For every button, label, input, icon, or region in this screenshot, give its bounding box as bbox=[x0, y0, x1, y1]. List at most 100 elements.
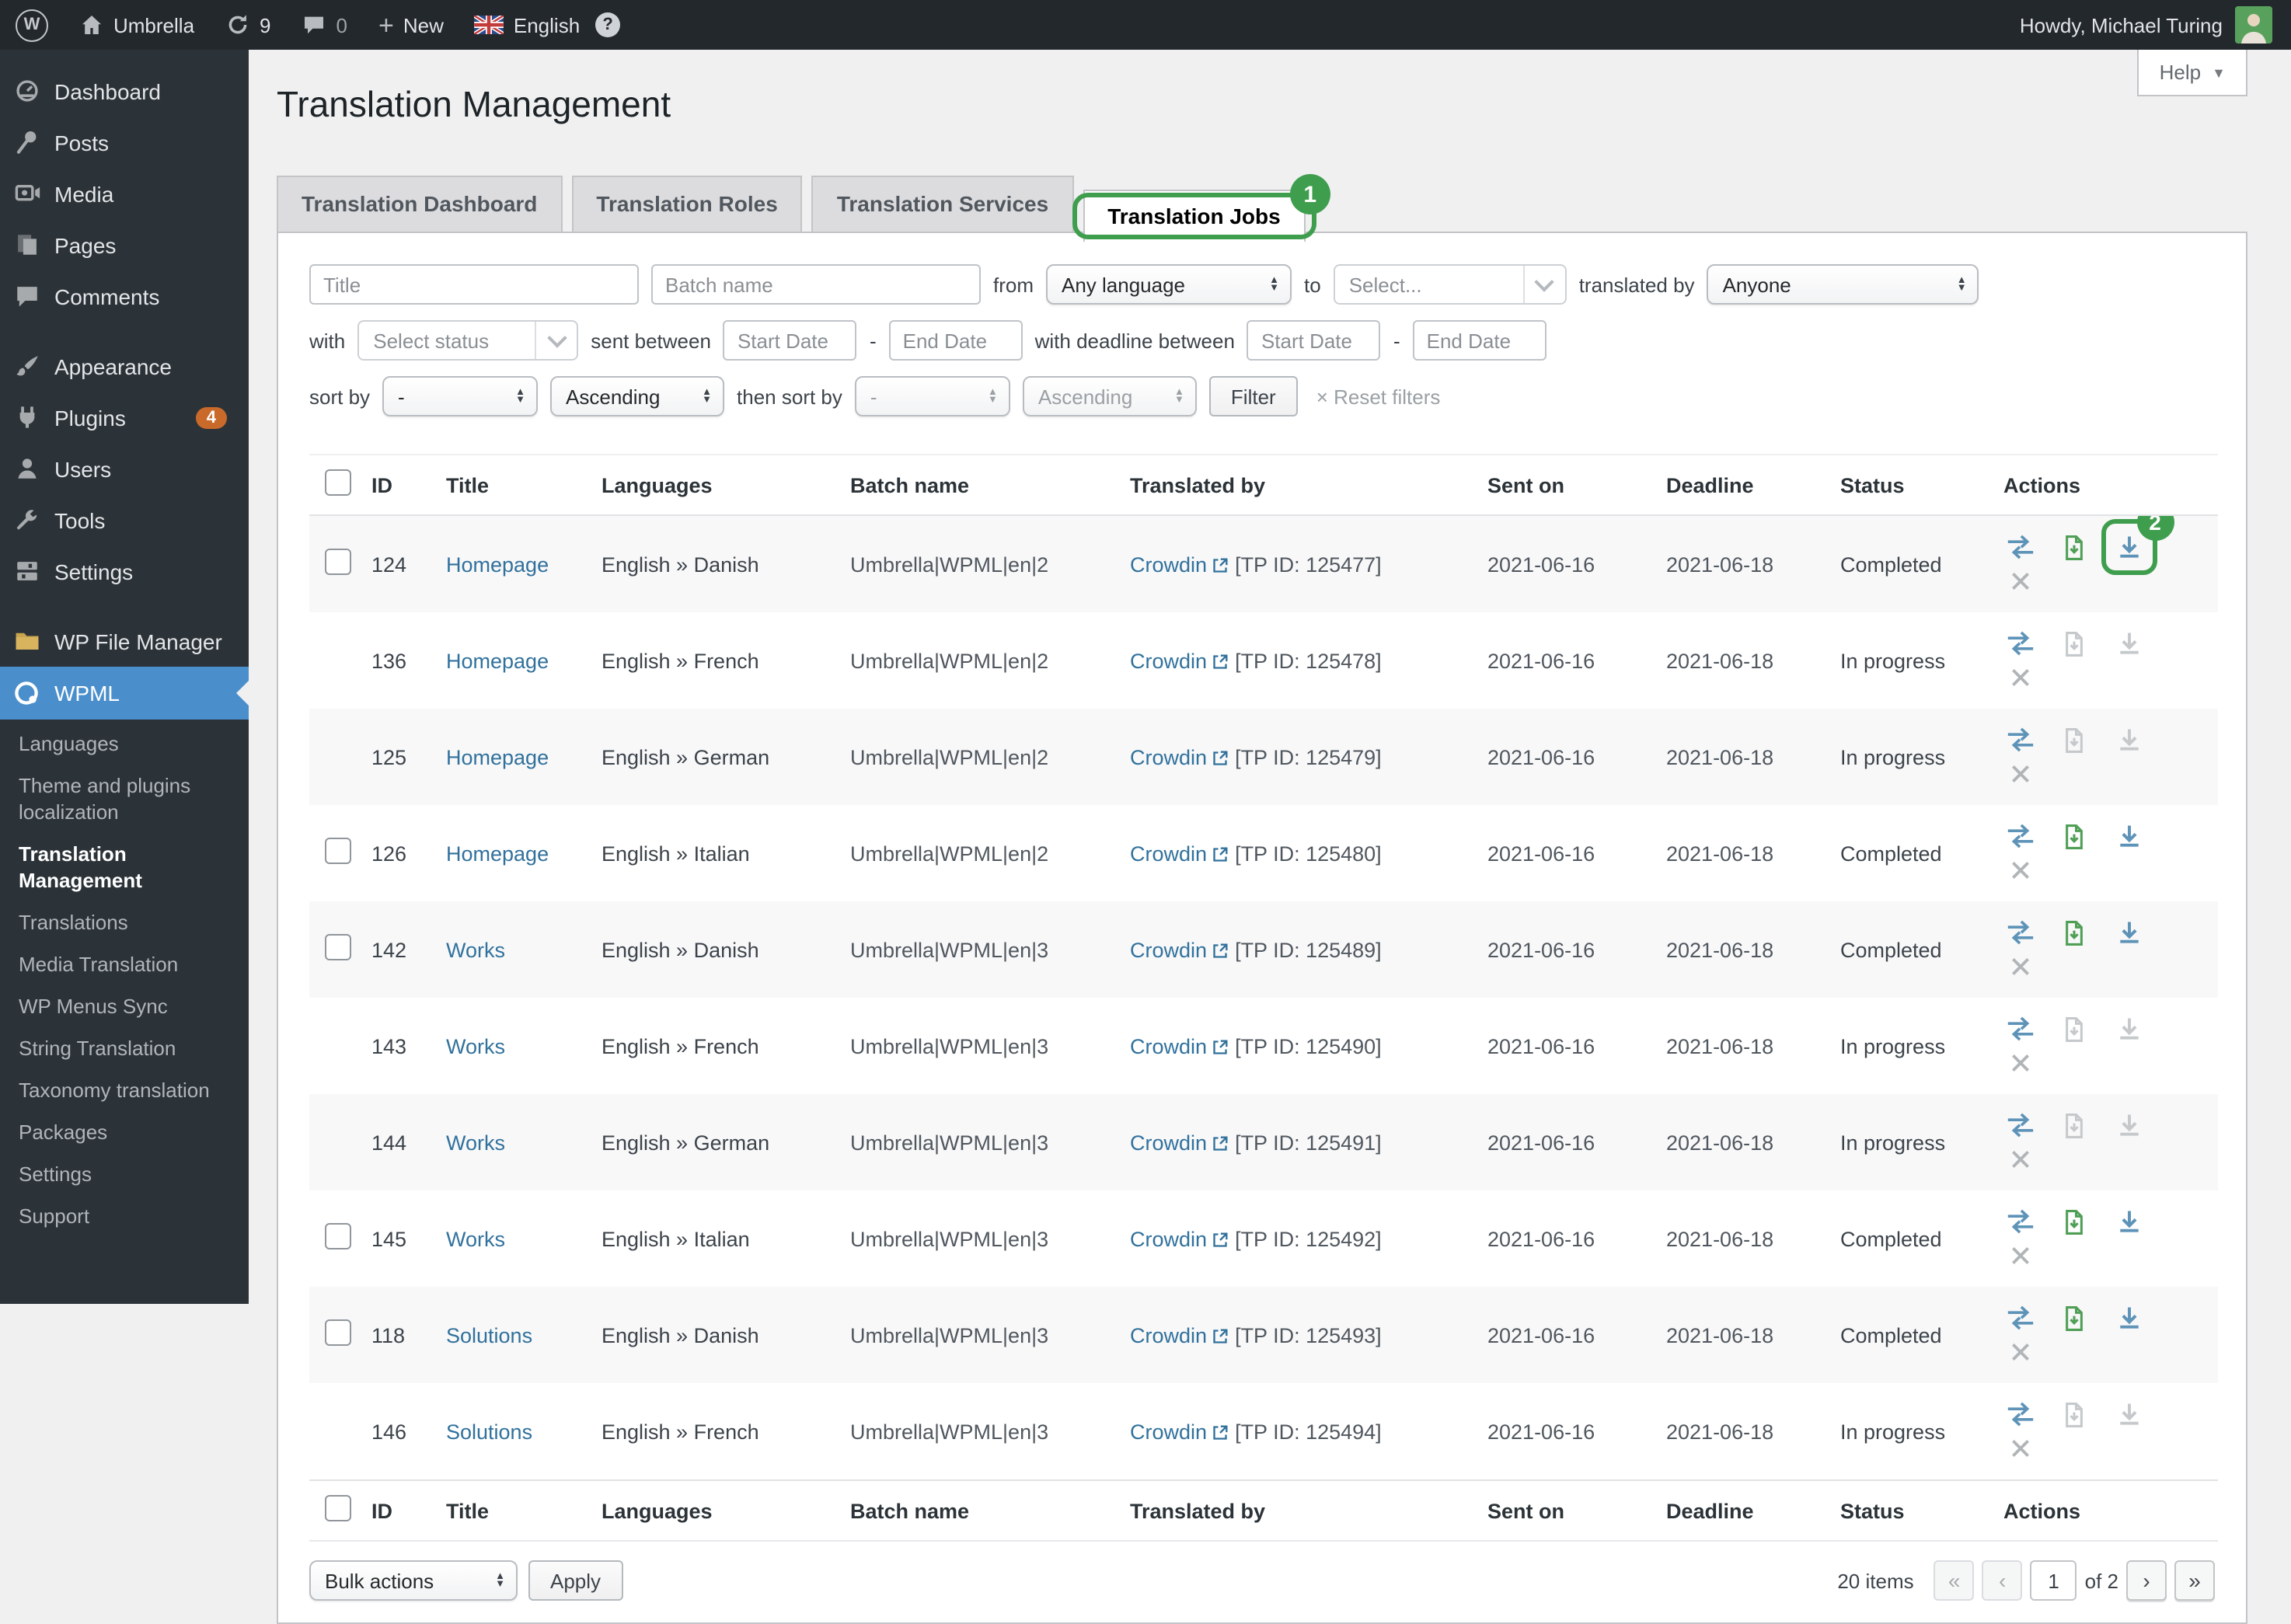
row-checkbox[interactable] bbox=[325, 1223, 351, 1249]
row-checkbox[interactable] bbox=[325, 1319, 351, 1346]
translator-link[interactable]: Crowdin bbox=[1130, 1034, 1207, 1058]
tab-translation-dashboard[interactable]: Translation Dashboard bbox=[277, 176, 562, 232]
translator-link[interactable]: Crowdin bbox=[1130, 1420, 1207, 1443]
sort-secondary-order-select[interactable]: Ascending ▲▼ bbox=[1023, 376, 1197, 416]
last-page-button[interactable]: » bbox=[2174, 1560, 2215, 1601]
swap-translator-icon[interactable] bbox=[2003, 915, 2038, 950]
swap-translator-icon[interactable] bbox=[2003, 819, 2038, 853]
download-icon[interactable] bbox=[2111, 1012, 2146, 1046]
job-title-link[interactable]: Works bbox=[446, 938, 505, 961]
filter-button[interactable]: Filter bbox=[1209, 376, 1298, 416]
my-account-menu[interactable]: Howdy, Michael Turing bbox=[2001, 0, 2291, 50]
sort-primary-order-select[interactable]: Ascending ▲▼ bbox=[550, 376, 724, 416]
batch-name-filter-input[interactable] bbox=[651, 264, 981, 305]
current-page-input[interactable] bbox=[2031, 1560, 2077, 1601]
export-xliff-icon[interactable] bbox=[2058, 915, 2092, 950]
job-title-link[interactable]: Works bbox=[446, 1034, 505, 1058]
export-xliff-icon[interactable] bbox=[2058, 530, 2092, 564]
sidebar-item-comments[interactable]: Comments bbox=[0, 270, 249, 322]
submenu-item-theme-and-plugins-localization[interactable]: Theme and plugins localization bbox=[0, 765, 249, 833]
export-xliff-icon[interactable] bbox=[2058, 1397, 2092, 1431]
help-circle-icon[interactable]: ? bbox=[595, 12, 620, 37]
next-page-button[interactable]: › bbox=[2126, 1560, 2167, 1601]
cancel-job-icon[interactable] bbox=[2003, 1335, 2038, 1369]
previous-page-button[interactable]: ‹ bbox=[1982, 1560, 2023, 1601]
cancel-job-icon[interactable] bbox=[2003, 660, 2038, 695]
sidebar-item-tools[interactable]: Tools bbox=[0, 494, 249, 545]
reset-filters-link[interactable]: × Reset filters bbox=[1316, 385, 1441, 408]
translator-link[interactable]: Crowdin bbox=[1130, 745, 1207, 768]
download-icon[interactable] bbox=[2111, 723, 2146, 757]
translator-link[interactable]: Crowdin bbox=[1130, 842, 1207, 865]
sidebar-item-appearance[interactable]: Appearance bbox=[0, 340, 249, 392]
wp-logo-menu[interactable]: W bbox=[0, 0, 64, 50]
job-title-link[interactable]: Homepage bbox=[446, 745, 549, 768]
download-icon[interactable] bbox=[2111, 819, 2146, 853]
export-xliff-icon[interactable] bbox=[2058, 1204, 2092, 1239]
swap-translator-icon[interactable] bbox=[2003, 1204, 2038, 1239]
site-menu[interactable]: Umbrella bbox=[64, 0, 210, 50]
download-icon[interactable] bbox=[2111, 1301, 2146, 1335]
tab-translation-jobs[interactable]: Translation Jobs bbox=[1083, 190, 1306, 242]
job-title-link[interactable]: Homepage bbox=[446, 649, 549, 672]
cancel-job-icon[interactable] bbox=[2003, 853, 2038, 887]
deadline-end-date-input[interactable] bbox=[1413, 320, 1547, 361]
submenu-item-settings[interactable]: Settings bbox=[0, 1153, 249, 1195]
sent-end-date-input[interactable] bbox=[889, 320, 1023, 361]
download-icon[interactable] bbox=[2111, 1204, 2146, 1239]
row-checkbox[interactable] bbox=[325, 934, 351, 960]
translator-link[interactable]: Crowdin bbox=[1130, 649, 1207, 672]
bulk-actions-select[interactable]: Bulk actions ▲▼ bbox=[309, 1560, 518, 1601]
export-xliff-icon[interactable] bbox=[2058, 1301, 2092, 1335]
title-filter-input[interactable] bbox=[309, 264, 639, 305]
sort-primary-select[interactable]: - ▲▼ bbox=[382, 376, 538, 416]
job-title-link[interactable]: Solutions bbox=[446, 1420, 532, 1443]
cancel-job-icon[interactable] bbox=[2003, 757, 2038, 791]
deadline-start-date-input[interactable] bbox=[1247, 320, 1381, 361]
export-xliff-icon[interactable] bbox=[2058, 626, 2092, 660]
swap-translator-icon[interactable] bbox=[2003, 1108, 2038, 1142]
submenu-item-support[interactable]: Support bbox=[0, 1195, 249, 1237]
cancel-job-icon[interactable] bbox=[2003, 1239, 2038, 1273]
swap-translator-icon[interactable] bbox=[2003, 1397, 2038, 1431]
status-select[interactable]: Select status bbox=[357, 320, 578, 361]
export-xliff-icon[interactable] bbox=[2058, 819, 2092, 853]
swap-translator-icon[interactable] bbox=[2003, 626, 2038, 660]
download-icon[interactable] bbox=[2111, 915, 2146, 950]
language-switcher[interactable]: English ? bbox=[459, 0, 636, 50]
job-title-link[interactable]: Works bbox=[446, 1227, 505, 1250]
sent-start-date-input[interactable] bbox=[724, 320, 857, 361]
submenu-item-languages[interactable]: Languages bbox=[0, 723, 249, 765]
download-icon[interactable] bbox=[2111, 1108, 2146, 1142]
submenu-item-media-translation[interactable]: Media Translation bbox=[0, 943, 249, 985]
translator-link[interactable]: Crowdin bbox=[1130, 1131, 1207, 1154]
cancel-job-icon[interactable] bbox=[2003, 1142, 2038, 1176]
tab-translation-roles[interactable]: Translation Roles bbox=[571, 176, 802, 232]
submenu-item-packages[interactable]: Packages bbox=[0, 1111, 249, 1153]
translated-by-select[interactable]: Anyone ▲▼ bbox=[1707, 264, 1979, 305]
help-button[interactable]: Help ▼ bbox=[2138, 50, 2247, 96]
export-xliff-icon[interactable] bbox=[2058, 723, 2092, 757]
cancel-job-icon[interactable] bbox=[2003, 950, 2038, 984]
new-content-menu[interactable]: + New bbox=[363, 0, 459, 50]
job-title-link[interactable]: Solutions bbox=[446, 1323, 532, 1347]
translator-link[interactable]: Crowdin bbox=[1130, 938, 1207, 961]
select-all-checkbox[interactable] bbox=[325, 469, 351, 496]
sidebar-item-plugins[interactable]: Plugins 4 bbox=[0, 392, 249, 443]
submenu-item-string-translation[interactable]: String Translation bbox=[0, 1027, 249, 1069]
submenu-item-translation-management[interactable]: Translation Management bbox=[0, 833, 249, 901]
cancel-job-icon[interactable] bbox=[2003, 1046, 2038, 1080]
updates-menu[interactable]: 9 bbox=[210, 0, 286, 50]
download-icon[interactable] bbox=[2111, 626, 2146, 660]
select-all-checkbox[interactable] bbox=[325, 1495, 351, 1521]
submenu-item-translations[interactable]: Translations bbox=[0, 901, 249, 943]
job-title-link[interactable]: Homepage bbox=[446, 842, 549, 865]
job-title-link[interactable]: Works bbox=[446, 1131, 505, 1154]
swap-translator-icon[interactable] bbox=[2003, 1012, 2038, 1046]
swap-translator-icon[interactable] bbox=[2003, 530, 2038, 564]
sidebar-item-posts[interactable]: Posts bbox=[0, 117, 249, 168]
first-page-button[interactable]: « bbox=[1934, 1560, 1975, 1601]
translator-link[interactable]: Crowdin bbox=[1130, 1227, 1207, 1250]
sort-secondary-select[interactable]: - ▲▼ bbox=[855, 376, 1010, 416]
sidebar-item-wp-file-manager[interactable]: WP File Manager bbox=[0, 615, 249, 667]
